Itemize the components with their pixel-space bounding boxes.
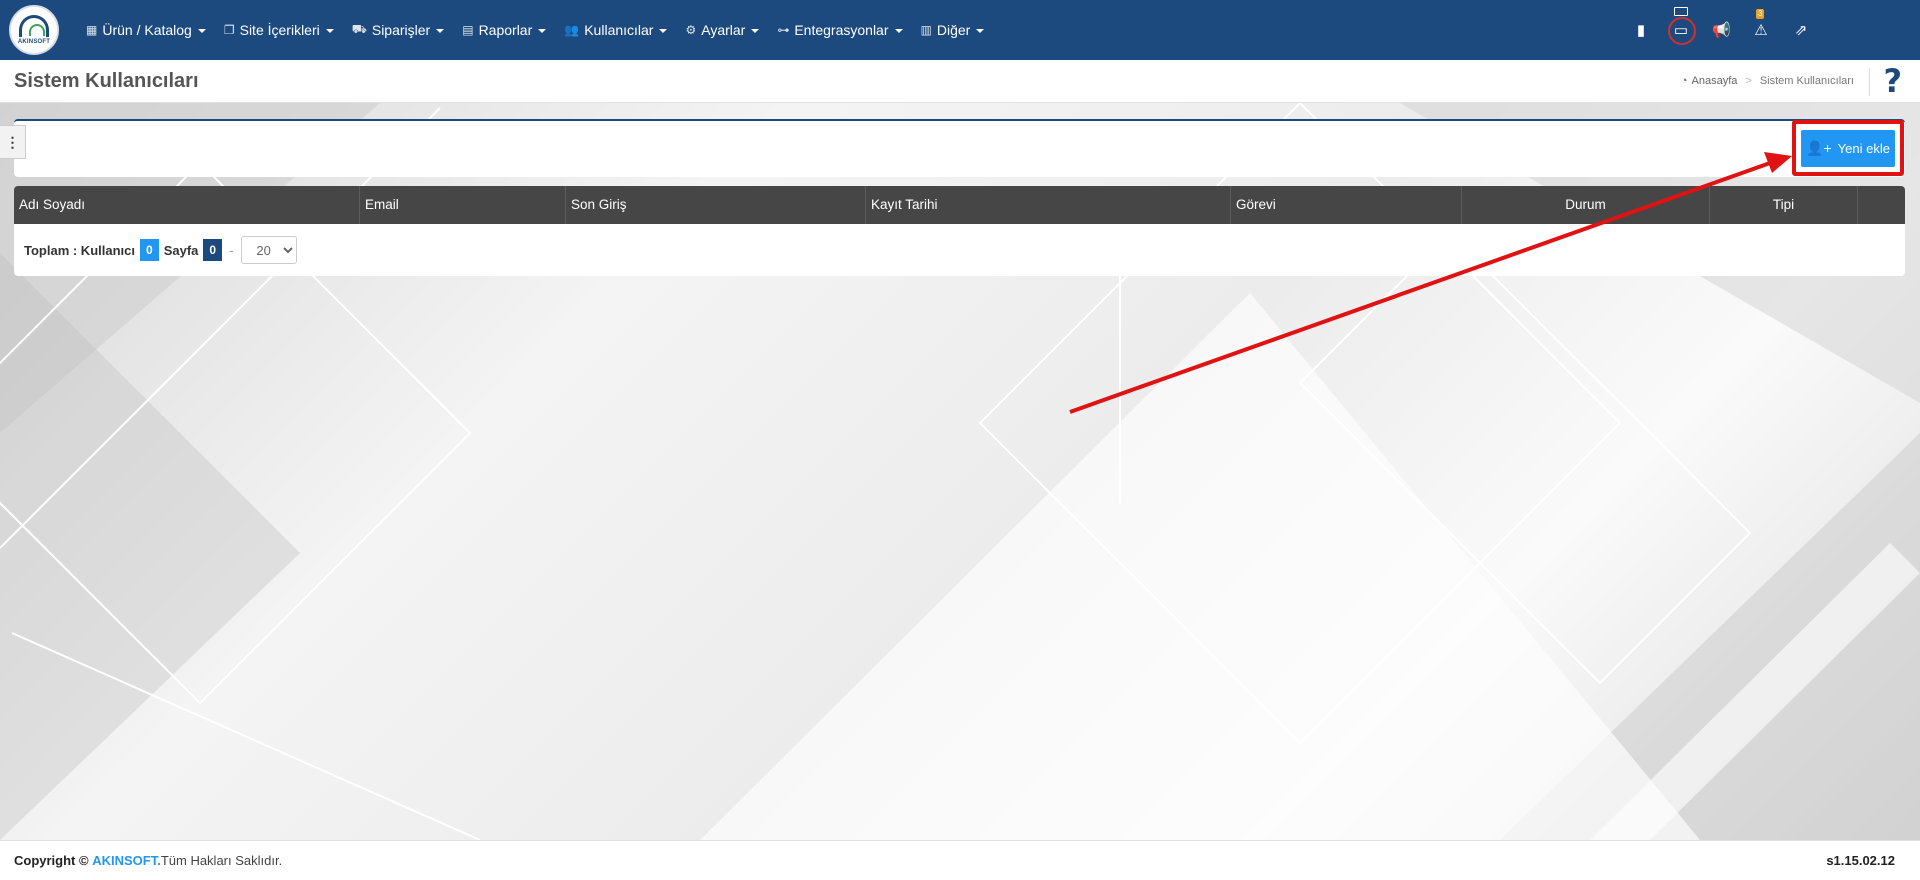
caret-down-icon: [976, 29, 985, 33]
cogs-icon: ⚙: [685, 23, 697, 37]
dashboard-icon: ◔: [1680, 75, 1688, 87]
menu-label: Diğer: [936, 22, 971, 38]
copyright-label: Copyright ©: [14, 853, 89, 868]
add-new-label: Yeni ekle: [1837, 141, 1890, 156]
column-header-kayit-tarihi[interactable]: Kayıt Tarihi: [866, 186, 1231, 224]
menu-label: Raporlar: [478, 22, 533, 38]
keyboard-icon: [1674, 7, 1688, 16]
page-count-badge: 0: [203, 239, 223, 261]
caret-down-icon: [659, 29, 668, 33]
caret-down-icon: [436, 29, 445, 33]
grid-icon: ▥: [920, 23, 932, 37]
menu-label: Site İçerikleri: [239, 22, 320, 38]
users-table: Adı Soyadı Email Son Giriş Kayıt Tarihi …: [14, 186, 1905, 276]
column-header-ad-soyad[interactable]: Adı Soyadı: [14, 186, 360, 224]
menu-label: Ayarlar: [701, 22, 746, 38]
column-header-email[interactable]: Email: [360, 186, 566, 224]
book-icon[interactable]: ▮: [1632, 21, 1650, 39]
breadcrumb-home[interactable]: ◔ Anasayfa: [1681, 75, 1738, 87]
breadcrumb-home-label: Anasayfa: [1691, 75, 1738, 87]
column-header-son-giris[interactable]: Son Giriş: [566, 186, 866, 224]
caret-down-icon: [325, 29, 334, 33]
menu-ayarlar[interactable]: ⚙ Ayarlar: [685, 22, 760, 38]
logo-mark-icon: [19, 15, 49, 37]
user-plus-icon: 👤+: [1806, 140, 1832, 156]
menu-label: Entegrasyonlar: [794, 22, 889, 38]
megaphone-icon[interactable]: 📢: [1712, 21, 1731, 39]
page-size-select[interactable]: 20: [241, 236, 298, 264]
total-count-badge: 0: [140, 239, 159, 261]
external-link-icon[interactable]: ⇗: [1792, 21, 1810, 39]
top-navbar: AKINSOFT ▦ Ürün / Katalog ❐ Site İçerikl…: [0, 0, 1920, 60]
akinsoft-logo[interactable]: AKINSOFT: [9, 5, 59, 55]
truck-icon: ⛟: [351, 22, 367, 36]
network-icon: ⊶: [777, 23, 790, 37]
users-icon: 👥: [564, 23, 580, 37]
caret-down-icon: [538, 29, 547, 33]
pager-dash: -: [229, 242, 234, 258]
column-header-tipi[interactable]: Tipi: [1710, 186, 1858, 224]
footer: Copyright © AKINSOFT.Tüm Hakları Saklıdı…: [0, 840, 1920, 880]
menu-entegrasyonlar[interactable]: ⊶ Entegrasyonlar: [777, 22, 903, 38]
menu-siparisler[interactable]: ⛟ Siparişler: [351, 22, 445, 38]
divider: [1869, 68, 1870, 96]
menu-raporlar[interactable]: ▤ Raporlar: [462, 22, 547, 38]
menu-label: Ürün / Katalog: [102, 22, 192, 38]
boxes-icon: ▦: [86, 23, 98, 37]
page-header: Sistem Kullanıcıları ◔ Anasayfa > Sistem…: [0, 60, 1920, 103]
add-new-button[interactable]: 👤+ Yeni ekle: [1801, 130, 1895, 167]
logo-text: AKINSOFT: [17, 39, 51, 45]
toolbar-panel: [14, 119, 1905, 177]
page-title: Sistem Kullanıcıları: [14, 70, 199, 92]
caret-down-icon: [197, 29, 206, 33]
breadcrumb-current: Sistem Kullanıcıları: [1759, 75, 1854, 87]
table-header: Adı Soyadı Email Son Giriş Kayıt Tarihi …: [14, 186, 1905, 224]
menu-urun-katalog[interactable]: ▦ Ürün / Katalog: [86, 22, 206, 38]
copyright: Copyright © AKINSOFT.Tüm Hakları Saklıdı…: [14, 853, 282, 868]
top-icon-bar: ▮ ▭ 📢 3 ⚠ ⇗: [1610, 0, 1810, 60]
help-icon[interactable]: ?: [1883, 62, 1902, 100]
side-menu-toggle[interactable]: ⋮: [0, 125, 26, 159]
report-icon: ▤: [462, 23, 474, 37]
menu-label: Kullanıcılar: [584, 22, 654, 38]
column-header-actions: [1858, 186, 1905, 224]
main-menu: ▦ Ürün / Katalog ❐ Site İçerikleri ⛟ Sip…: [86, 0, 1002, 60]
total-label: Toplam : Kullanıcı: [24, 242, 135, 258]
version-label: s1.15.02.12: [1826, 853, 1895, 868]
menu-diger[interactable]: ▥ Diğer: [921, 22, 985, 38]
column-header-durum[interactable]: Durum: [1462, 186, 1710, 224]
menu-label: Siparişler: [371, 22, 431, 38]
caret-down-icon: [894, 29, 903, 33]
brand-link[interactable]: AKINSOFT.: [92, 853, 161, 868]
breadcrumb-separator: >: [1745, 75, 1752, 87]
column-header-gorevi[interactable]: Görevi: [1231, 186, 1462, 224]
page-label: Sayfa: [163, 242, 199, 258]
id-card-icon[interactable]: ▭: [1668, 7, 1696, 45]
alerts-badge: 3: [1756, 9, 1765, 19]
documents-icon: ❐: [223, 23, 235, 37]
warning-icon[interactable]: 3 ⚠: [1752, 9, 1770, 39]
breadcrumb: ◔ Anasayfa > Sistem Kullanıcıları: [1681, 75, 1854, 87]
rights-text: Tüm Hakları Saklıdır.: [160, 853, 283, 868]
pagination: Toplam : Kullanıcı 0 Sayfa 0 - 20: [24, 236, 298, 264]
caret-down-icon: [751, 29, 760, 33]
menu-kullanicilar[interactable]: 👥 Kullanıcılar: [564, 22, 668, 38]
menu-site-icerikleri[interactable]: ❐ Site İçerikleri: [224, 22, 334, 38]
